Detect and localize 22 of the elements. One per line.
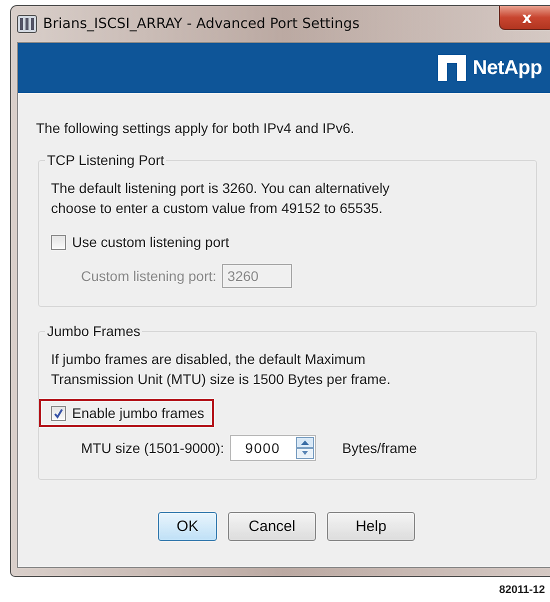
description-text: If jumbo frames are disabled, the default Maximum Transmission Unit (MTU) size is 1500 Bytes per frame.	[51, 350, 392, 389]
logo-icon	[438, 55, 466, 81]
group-title: TCP Listening Port	[46, 152, 166, 168]
logo-text: NetApp	[472, 56, 542, 80]
field-label: MTU size (1501-9000):	[81, 440, 224, 456]
description-text: The default listening port is 3260. You can alternatively choose to enter a custom value from 49152 to 65535.	[51, 179, 391, 218]
dialog-button[interactable]: OK	[158, 512, 217, 541]
figure-number: 82011-12	[498, 583, 546, 596]
checkbox-box[interactable]	[51, 406, 66, 420]
dialog-button[interactable]: Cancel	[228, 512, 316, 541]
checkbox-box[interactable]	[51, 234, 66, 250]
storage-array-icon	[17, 15, 37, 33]
close-button[interactable]: x	[499, 6, 550, 30]
checkmark-icon	[53, 408, 64, 418]
spinner-arrows-icon[interactable]	[296, 437, 314, 459]
spinner-field[interactable]: 9000	[230, 435, 316, 461]
dialog-button[interactable]: Help	[327, 512, 415, 541]
window-title: Brians_ISCSI_ARRAY - Advanced Port Settings	[43, 16, 360, 32]
intro-text: The following settings apply for both IPv4 and IPv6.	[36, 120, 356, 136]
unit-label: Bytes/frame	[342, 440, 417, 456]
field-label: Custom listening port:	[81, 268, 216, 284]
group-title: Jumbo Frames	[46, 323, 142, 339]
